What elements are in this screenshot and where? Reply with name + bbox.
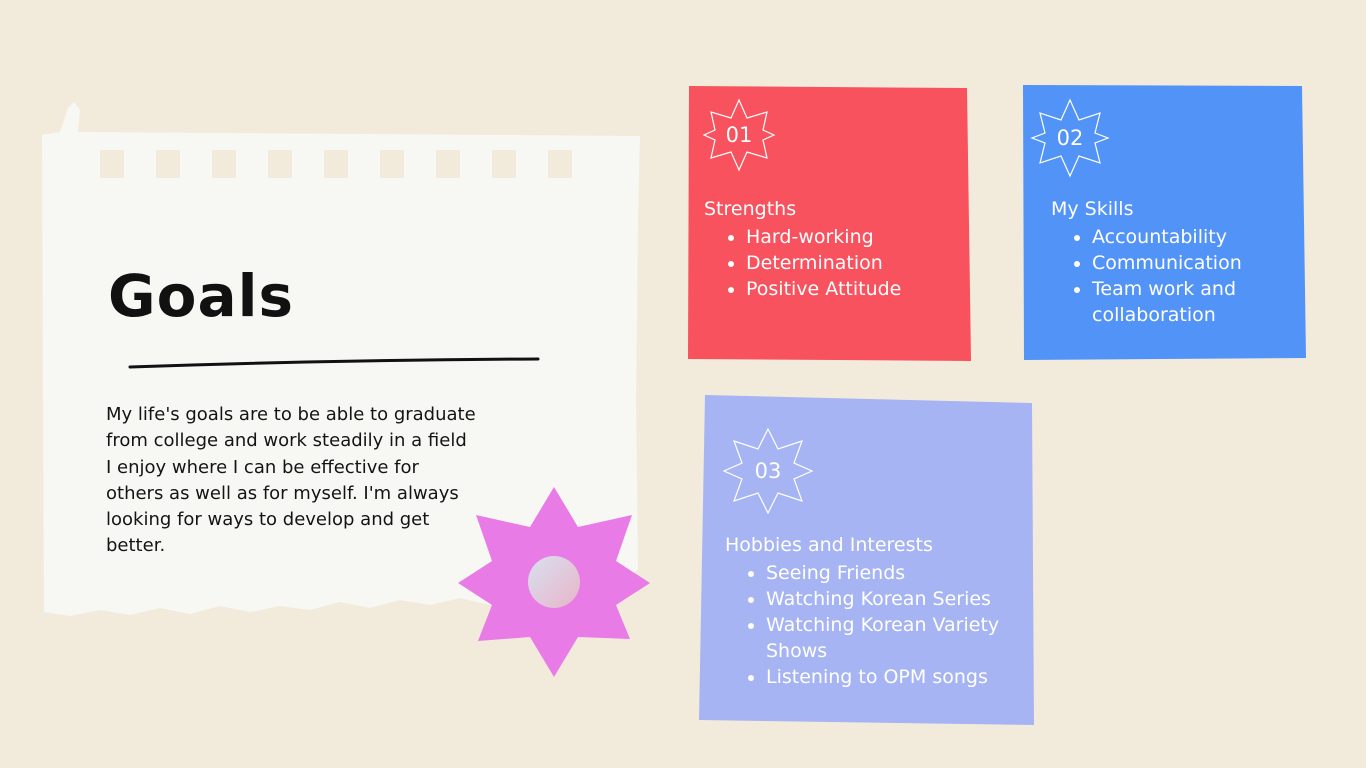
list-item: Positive Attitude: [746, 276, 976, 302]
list-item: Hard-working: [746, 224, 976, 250]
card-number: 02: [1056, 126, 1084, 150]
goals-title: Goals: [108, 262, 294, 330]
list-item: Watching Korean Variety Shows: [766, 612, 1036, 664]
goals-description: My life's goals are to be able to gradua…: [106, 404, 476, 557]
card-heading: Hobbies and Interests: [725, 534, 933, 556]
number-badge: 03: [722, 427, 814, 515]
list-item: Determination: [746, 250, 976, 276]
strengths-card: 01 Strengths Hard-working Determination …: [688, 84, 972, 362]
hobbies-card: 03 Hobbies and Interests Seeing Friends …: [698, 393, 1036, 727]
hobbies-list: Seeing Friends Watching Korean Series Wa…: [744, 560, 1036, 690]
skills-card: 02 My Skills Accountability Communicatio…: [1022, 84, 1308, 362]
card-number: 01: [725, 123, 753, 147]
card-heading: My Skills: [1051, 198, 1134, 220]
list-item: Team work and collaboration: [1092, 276, 1282, 328]
number-badge: 01: [702, 98, 776, 172]
card-number: 03: [754, 459, 782, 483]
list-item: Communication: [1092, 250, 1282, 276]
card-heading: Strengths: [704, 198, 797, 220]
list-item: Seeing Friends: [766, 560, 1036, 586]
number-badge: 02: [1030, 98, 1110, 178]
list-item: Accountability: [1092, 224, 1282, 250]
star-sticker-icon: [458, 487, 650, 677]
list-item: Watching Korean Series: [766, 586, 1036, 612]
list-item: Listening to OPM songs: [766, 664, 1036, 690]
skills-list: Accountability Communication Team work a…: [1070, 224, 1282, 328]
strengths-list: Hard-working Determination Positive Atti…: [724, 224, 976, 302]
title-underline: [128, 357, 540, 369]
